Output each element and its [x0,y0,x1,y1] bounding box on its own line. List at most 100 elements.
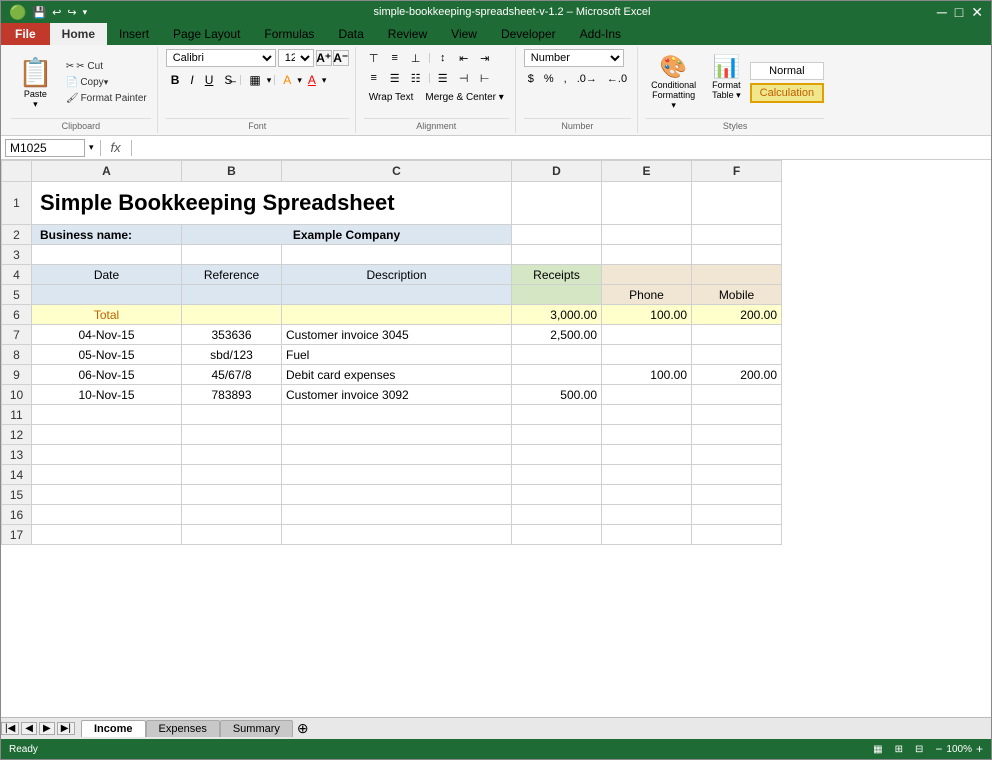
cell-A8[interactable]: 05-Nov-15 [32,345,182,365]
cell-F16[interactable] [692,505,782,525]
cell-B8[interactable]: sbd/123 [182,345,282,365]
cell-E9[interactable]: 100.00 [602,365,692,385]
cell-C6[interactable] [282,305,512,325]
indent-left-button[interactable]: ⊣ [454,69,474,87]
cell-C15[interactable] [282,485,512,505]
tab-addins[interactable]: Add-Ins [568,23,633,45]
decimal-increase-button[interactable]: .0→ [573,71,601,87]
col-header-B[interactable]: B [182,161,282,182]
row-num-17[interactable]: 17 [2,525,32,545]
cell-E6[interactable]: 100.00 [602,305,692,325]
add-sheet-button[interactable]: ⊕ [297,720,309,737]
strikethrough-button[interactable]: S̶ [219,71,237,89]
currency-button[interactable]: $ [524,71,538,87]
border-button[interactable]: ▦ [244,71,265,89]
row-num-9[interactable]: 9 [2,365,32,385]
cell-D3[interactable] [512,245,602,265]
cell-D13[interactable] [512,445,602,465]
style-normal[interactable]: Normal [750,62,824,80]
cell-C10[interactable]: Customer invoice 3092 [282,385,512,405]
cell-E5[interactable]: Phone [602,285,692,305]
cell-C17[interactable] [282,525,512,545]
quick-save-icon[interactable]: 💾 [32,6,46,19]
col-header-F[interactable]: F [692,161,782,182]
cell-E2[interactable] [602,225,692,245]
cell-A4[interactable]: Date [32,265,182,285]
view-normal-icon[interactable]: ▦ [873,744,882,755]
row-num-12[interactable]: 12 [2,425,32,445]
conditional-formatting-button[interactable]: 🎨 ConditionalFormatting ▾ [646,49,701,116]
close-icon[interactable]: ✕ [971,4,983,21]
wrap-text-button[interactable]: Wrap Text [364,90,419,105]
cell-B12[interactable] [182,425,282,445]
row-num-8[interactable]: 8 [2,345,32,365]
row-num-1[interactable]: 1 [2,182,32,225]
font-color-button[interactable]: A [303,71,321,89]
cell-C3[interactable] [282,245,512,265]
row-num-5[interactable]: 5 [2,285,32,305]
col-header-D[interactable]: D [512,161,602,182]
cell-C12[interactable] [282,425,512,445]
quick-redo-icon[interactable]: ↪ [67,6,76,19]
style-calculation[interactable]: Calculation [750,83,824,103]
cell-E16[interactable] [602,505,692,525]
cell-A6[interactable]: Total [32,305,182,325]
cell-C11[interactable] [282,405,512,425]
copy-button[interactable]: 📄 Copy ▾ [62,75,151,90]
col-header-A[interactable]: A [32,161,182,182]
tab-developer[interactable]: Developer [489,23,568,45]
view-break-icon[interactable]: ⊟ [915,744,923,755]
tab-insert[interactable]: Insert [107,23,161,45]
indent-increase-button[interactable]: ⇥ [475,49,495,67]
cell-C8[interactable]: Fuel [282,345,512,365]
cell-E15[interactable] [602,485,692,505]
cell-E4[interactable] [602,265,692,285]
cell-B16[interactable] [182,505,282,525]
cell-C13[interactable] [282,445,512,465]
cell-A14[interactable] [32,465,182,485]
row-num-11[interactable]: 11 [2,405,32,425]
underline-button[interactable]: U [200,71,219,89]
cell-B17[interactable] [182,525,282,545]
sheet-nav-first[interactable]: |◀ [1,722,19,735]
font-size-increase[interactable]: A⁺ [316,50,332,66]
fill-color-button[interactable]: A [278,71,296,89]
merge-center-button[interactable]: Merge & Center ▾ [420,90,508,105]
cell-reference-input[interactable] [5,139,85,157]
paste-button[interactable]: 📋 Paste ▾ [11,51,60,115]
cell-A12[interactable] [32,425,182,445]
cell-D2[interactable] [512,225,602,245]
cut-button[interactable]: ✂ ✂ Cut [62,59,151,74]
cell-B11[interactable] [182,405,282,425]
format-painter-button[interactable]: 🖌 Format Painter [62,91,151,106]
cell-D10[interactable]: 500.00 [512,385,602,405]
tab-view[interactable]: View [439,23,489,45]
cell-B15[interactable] [182,485,282,505]
row-num-6[interactable]: 6 [2,305,32,325]
tab-review[interactable]: Review [376,23,439,45]
tab-page-layout[interactable]: Page Layout [161,23,252,45]
cell-B4[interactable]: Reference [182,265,282,285]
cell-F6[interactable]: 200.00 [692,305,782,325]
cell-D16[interactable] [512,505,602,525]
sheet-nav-last[interactable]: ▶| [57,722,75,735]
formula-input[interactable] [138,140,987,156]
cell-D8[interactable] [512,345,602,365]
cell-D11[interactable] [512,405,602,425]
cell-D4[interactable]: Receipts [512,265,602,285]
cell-F2[interactable] [692,225,782,245]
col-header-E[interactable]: E [602,161,692,182]
cell-A7[interactable]: 04-Nov-15 [32,325,182,345]
cell-F13[interactable] [692,445,782,465]
font-size-select[interactable]: 12 [278,49,314,67]
col-header-C[interactable]: C [282,161,512,182]
zoom-in-button[interactable]: + [976,742,983,756]
cell-A17[interactable] [32,525,182,545]
quick-undo-icon[interactable]: ↩ [52,6,61,19]
cell-B13[interactable] [182,445,282,465]
text-direction-button[interactable]: ↕ [433,49,453,67]
cell-E3[interactable] [602,245,692,265]
cell-A10[interactable]: 10-Nov-15 [32,385,182,405]
comma-button[interactable]: , [560,71,571,87]
align-bottom-button[interactable]: ⊥ [406,49,426,67]
